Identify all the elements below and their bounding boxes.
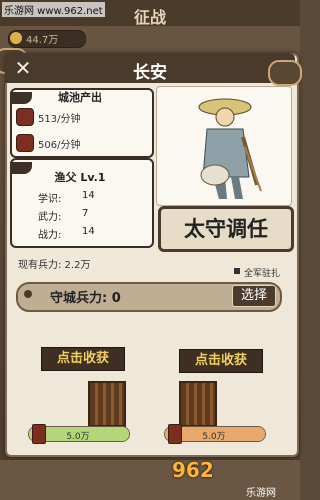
horse-crate-icon[interactable] [179, 381, 217, 427]
coin-bag-icon [16, 134, 34, 152]
stat-value-knowledge: 14 [82, 190, 95, 201]
site-logo: 962 [172, 458, 214, 482]
stat-label-knowledge: 学识: [38, 194, 62, 205]
collect-amount-left: 5.0万 [66, 432, 90, 442]
supply-crate-icon[interactable] [88, 381, 126, 427]
stat-value-power: 14 [82, 226, 95, 237]
resource-value: 44.7万 [26, 35, 59, 46]
collect-button-left[interactable]: 点击收获 [41, 347, 125, 371]
production-rate-1: 513/分钟 [38, 114, 81, 125]
stat-label-power: 战力: [38, 230, 62, 241]
select-button[interactable]: 选择 [232, 285, 276, 307]
bullet-icon [24, 290, 32, 298]
current-troops: 现有兵力: 2.2万 [18, 260, 91, 271]
production-title: 城池产出 [58, 91, 102, 104]
general-name: 渔父 Lv.1 [54, 171, 106, 184]
watermark: 乐游网 www.962.net [2, 2, 105, 17]
collect-button-right[interactable]: 点击收获 [179, 349, 263, 373]
stat-label-force: 武力: [38, 212, 62, 223]
supply-icon [16, 108, 34, 126]
coin-icon [10, 32, 22, 44]
general-portrait [156, 86, 292, 206]
full-army-label[interactable]: 全军驻扎 [244, 266, 280, 279]
close-icon[interactable]: ✕ [12, 57, 34, 79]
full-army-checkbox[interactable] [234, 268, 240, 274]
stat-value-force: 7 [82, 208, 89, 219]
defense-troops-label: 守城兵力: 0 [50, 291, 121, 306]
fisherman-portrait-icon [198, 98, 262, 199]
appoint-governor-button[interactable]: 太守调任 [158, 206, 294, 252]
modal-title: 长安 [133, 63, 167, 83]
site-logo-sub: 乐游网 [246, 488, 276, 499]
collect-amount-right: 5.0万 [202, 432, 226, 442]
production-rate-2: 506/分钟 [38, 140, 81, 151]
cloud-decoration-icon [268, 60, 302, 86]
